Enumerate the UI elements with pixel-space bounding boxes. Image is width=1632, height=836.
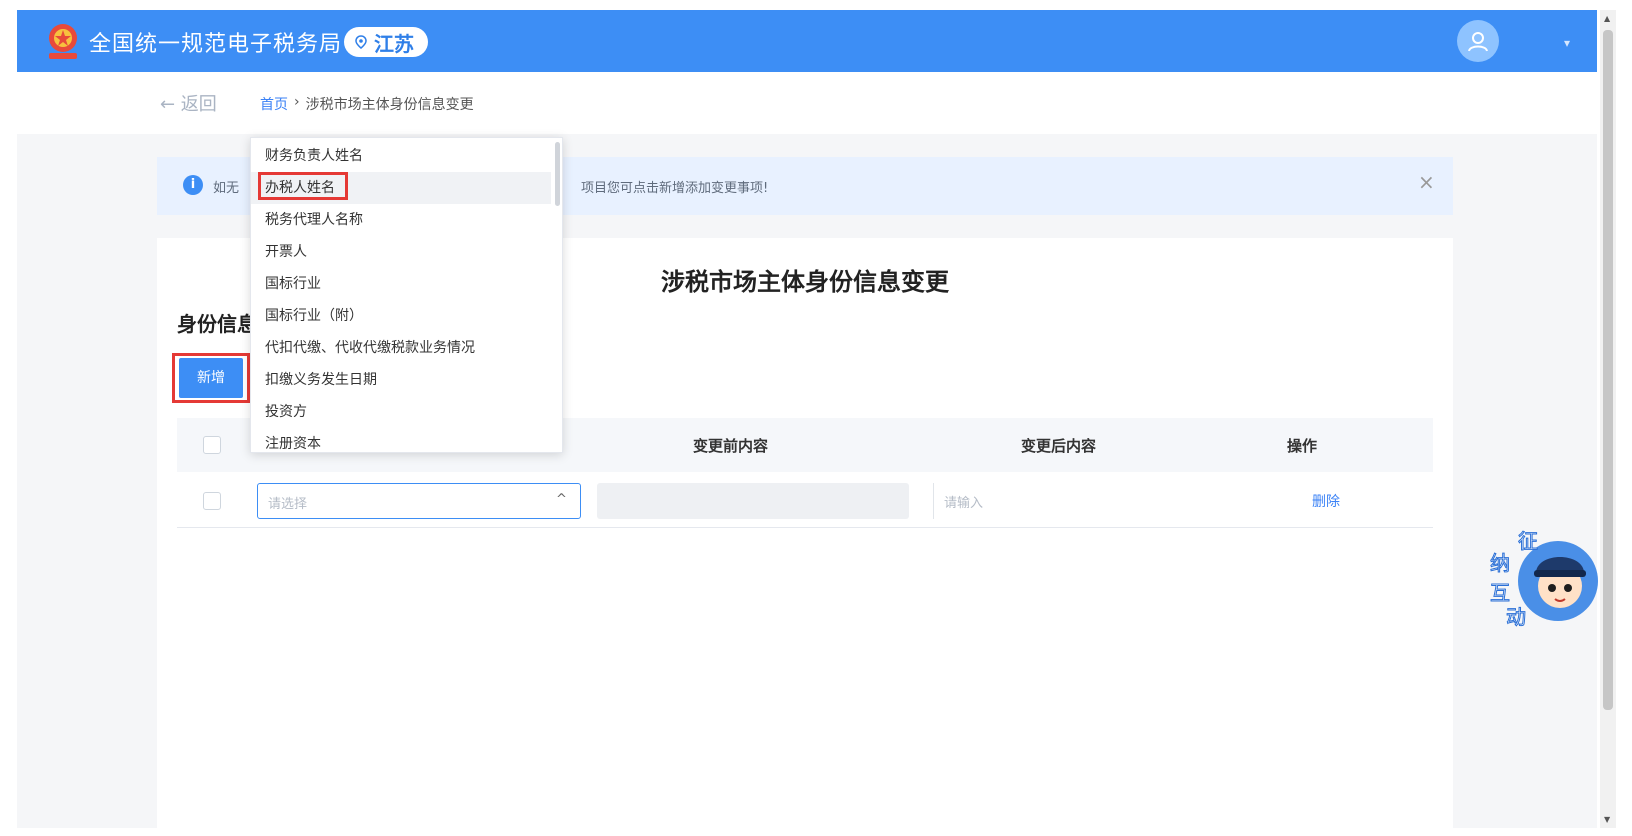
column-header-before: 变更前内容 [693,437,769,455]
breadcrumb: 首页 › 涉税市场主体身份信息变更 [260,94,474,114]
before-content-field [597,483,909,519]
breadcrumb-current: 涉税市场主体身份信息变更 [305,97,474,113]
dropdown-item[interactable]: 开票人 [251,236,551,268]
scroll-up-icon[interactable]: ▲ [1604,14,1610,23]
dropdown-item[interactable]: 注册资本 [251,428,551,452]
dropdown-item[interactable]: 国标行业 [251,268,551,300]
user-icon [1468,32,1488,52]
table-row: 请选择 ^ 请输入 删除 [177,472,1433,528]
section-title: 身份信息 [177,312,257,336]
close-icon[interactable]: × [1418,170,1435,194]
add-button[interactable]: 新增 [179,358,243,398]
notice-text: 项目您可点击新增添加变更事项! [581,181,769,196]
row-checkbox[interactable] [203,492,221,510]
dropdown-item-highlight-outline [258,172,348,200]
location-pin-icon [355,35,367,49]
scroll-down-icon[interactable]: ▼ [1604,815,1610,824]
top-bar: 全国统一规范电子税务局 江苏 ▾ [17,10,1597,72]
page-scroll-thumb[interactable] [1603,30,1613,710]
delete-link[interactable]: 删除 [1312,491,1340,511]
breadcrumb-separator: › [294,94,300,110]
select-placeholder: 请选择 [268,497,308,512]
assistant-mascot-icon: 征 纳 互 动 [1490,529,1598,630]
tax-emblem-icon [49,24,77,59]
breadcrumb-bar: ← 返回 首页 › 涉税市场主体身份信息变更 [17,72,1597,134]
page-scrollbar[interactable]: ▲ ▼ [1600,10,1616,828]
column-header-after: 变更后内容 [1021,437,1097,455]
tax-assistant-widget[interactable]: 征 纳 互 动 [1488,526,1600,632]
column-header-action: 操作 [1287,437,1318,455]
dropdown-item[interactable]: 代扣代缴、代收代缴税款业务情况 [251,332,551,364]
back-link[interactable]: ← 返回 [160,90,217,116]
dropdown-item[interactable]: 投资方 [251,396,551,428]
chevron-down-icon[interactable]: ▾ [1564,36,1570,50]
region-label: 江苏 [374,31,414,56]
region-selector[interactable]: 江苏 [344,27,428,57]
assistant-char: 动 [1506,605,1526,629]
change-item-dropdown: 财务负责人姓名 办税人姓名 税务代理人名称 开票人 国标行业 国标行业（附） 代… [250,137,563,453]
dropdown-item[interactable]: 税务代理人名称 [251,204,551,236]
info-icon: i [183,175,203,195]
dropdown-scrollbar[interactable] [552,138,562,452]
chevron-up-icon: ^ [556,492,567,507]
dropdown-scroll-thumb[interactable] [555,142,560,206]
dropdown-item[interactable]: 扣缴义务发生日期 [251,364,551,396]
after-content-input[interactable]: 请输入 [933,483,1263,519]
after-placeholder: 请输入 [944,496,984,511]
assistant-char: 征 [1518,529,1538,553]
notice-text-prefix: 如无 [213,181,240,196]
dropdown-item[interactable]: 国标行业（附） [251,300,551,332]
select-all-checkbox[interactable] [203,436,221,454]
app-window: 全国统一规范电子税务局 江苏 ▾ ← 返回 首页 › 涉税市场主体身份信息变更 … [0,0,1632,836]
dropdown-item[interactable]: 财务负责人姓名 [251,140,551,172]
assistant-char: 纳 [1490,551,1510,575]
change-item-select[interactable]: 请选择 ^ [257,483,581,519]
site-title: 全国统一规范电子税务局 [89,32,343,57]
user-avatar[interactable] [1457,20,1499,62]
breadcrumb-home[interactable]: 首页 [260,94,288,114]
assistant-char: 互 [1490,581,1510,605]
